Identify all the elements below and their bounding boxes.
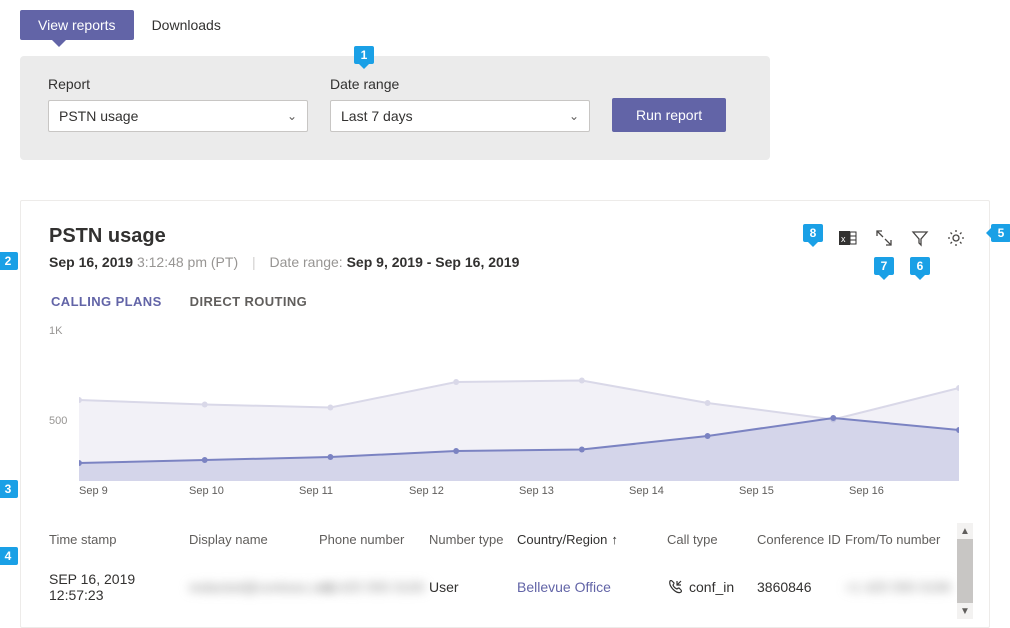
- cell-number-type: User: [429, 579, 517, 595]
- callout-5: 5: [991, 224, 1010, 242]
- date-range-label: Date range: [330, 76, 590, 92]
- export-excel-icon[interactable]: x: [839, 229, 857, 247]
- callout-8: 8: [803, 224, 823, 242]
- report-date: Sep 16, 2019: [49, 254, 133, 270]
- chevron-down-icon: ⌄: [569, 109, 579, 123]
- cell-from-to-number: +1 425 555 0199: [845, 579, 965, 595]
- cell-call-type: conf_in: [667, 579, 757, 595]
- settings-gear-icon[interactable]: [947, 229, 965, 247]
- scrollbar[interactable]: ▲ ▼: [957, 523, 973, 619]
- report-card: PSTN usage Sep 16, 2019 3:12:48 pm (PT) …: [20, 200, 990, 628]
- cell-timestamp: SEP 16, 2019 12:57:23: [49, 571, 189, 603]
- table-row[interactable]: SEP 16, 2019 12:57:23 redacted@contoso.c…: [49, 555, 981, 619]
- cell-phone-number: +1 425 555 0100: [319, 579, 429, 595]
- th-conference-id[interactable]: Conference ID: [757, 532, 845, 547]
- th-number-type[interactable]: Number type: [429, 532, 517, 547]
- fullscreen-icon[interactable]: 7: [875, 229, 893, 247]
- svg-text:x: x: [841, 234, 846, 244]
- cell-call-type-text: conf_in: [689, 579, 734, 595]
- th-from-to-number[interactable]: From/To number: [845, 532, 965, 547]
- report-sub-tabs: CALLING PLANS DIRECT ROUTING: [49, 294, 981, 309]
- callout-2: 2: [0, 252, 18, 270]
- th-country-label: Country/Region: [517, 532, 607, 547]
- th-timestamp[interactable]: Time stamp: [49, 532, 189, 547]
- top-tabs: View reports Downloads: [20, 10, 990, 40]
- date-range-value: Last 7 days: [341, 108, 413, 124]
- tab-direct-routing[interactable]: DIRECT ROUTING: [190, 294, 308, 309]
- ytick-1k: 1K: [49, 325, 62, 337]
- report-select-value: PSTN usage: [59, 108, 138, 124]
- report-select[interactable]: PSTN usage ⌄: [48, 100, 308, 132]
- toolbar-icons: 8 x 7 6 5: [839, 225, 981, 247]
- cell-country-region[interactable]: Bellevue Office: [517, 579, 667, 595]
- date-range-select[interactable]: Last 7 days ⌄: [330, 100, 590, 132]
- report-time: 3:12:48 pm (PT): [137, 254, 238, 270]
- usage-chart: 1K 500 Sep 9Sep 10Sep 11Sep 12Sep 13Sep …: [49, 331, 959, 511]
- report-range-label: Date range:: [270, 254, 343, 270]
- callout-6: 6: [910, 257, 930, 275]
- filter-panel: Report PSTN usage ⌄ 1 Date range Last 7 …: [20, 56, 770, 160]
- chevron-down-icon: ⌄: [287, 109, 297, 123]
- scroll-down-icon[interactable]: ▼: [957, 603, 973, 619]
- scroll-up-icon[interactable]: ▲: [957, 523, 973, 539]
- th-phone-number[interactable]: Phone number: [319, 532, 429, 547]
- report-subtitle: Sep 16, 2019 3:12:48 pm (PT) | Date rang…: [49, 254, 519, 270]
- tab-downloads[interactable]: Downloads: [134, 10, 239, 40]
- callout-4: 4: [0, 547, 18, 565]
- report-range-value: Sep 9, 2019 - Sep 16, 2019: [347, 254, 520, 270]
- report-label: Report: [48, 76, 308, 92]
- ytick-500: 500: [49, 415, 67, 427]
- tab-view-reports[interactable]: View reports: [20, 10, 134, 40]
- cell-display-name: redacted@contoso.com: [189, 579, 319, 595]
- cell-conference-id: 3860846: [757, 579, 845, 595]
- tab-calling-plans[interactable]: CALLING PLANS: [51, 294, 162, 309]
- th-display-name[interactable]: Display name: [189, 532, 319, 547]
- run-report-button[interactable]: Run report: [612, 98, 726, 132]
- callout-1: 1: [354, 46, 374, 64]
- th-country-region[interactable]: Country/Region ↑: [517, 532, 667, 547]
- callout-7: 7: [874, 257, 894, 275]
- phone-incoming-icon: [667, 579, 683, 595]
- sort-asc-icon: ↑: [611, 532, 618, 547]
- scroll-thumb[interactable]: [957, 539, 973, 603]
- filter-icon[interactable]: 6: [911, 229, 929, 247]
- report-title: PSTN usage: [49, 225, 519, 248]
- th-call-type[interactable]: Call type: [667, 532, 757, 547]
- data-table: Time stamp Display name Phone number Num…: [49, 523, 981, 619]
- chart-x-axis: Sep 9Sep 10Sep 11Sep 12Sep 13Sep 14Sep 1…: [79, 485, 959, 511]
- callout-3: 3: [0, 480, 18, 498]
- table-header: Time stamp Display name Phone number Num…: [49, 523, 981, 555]
